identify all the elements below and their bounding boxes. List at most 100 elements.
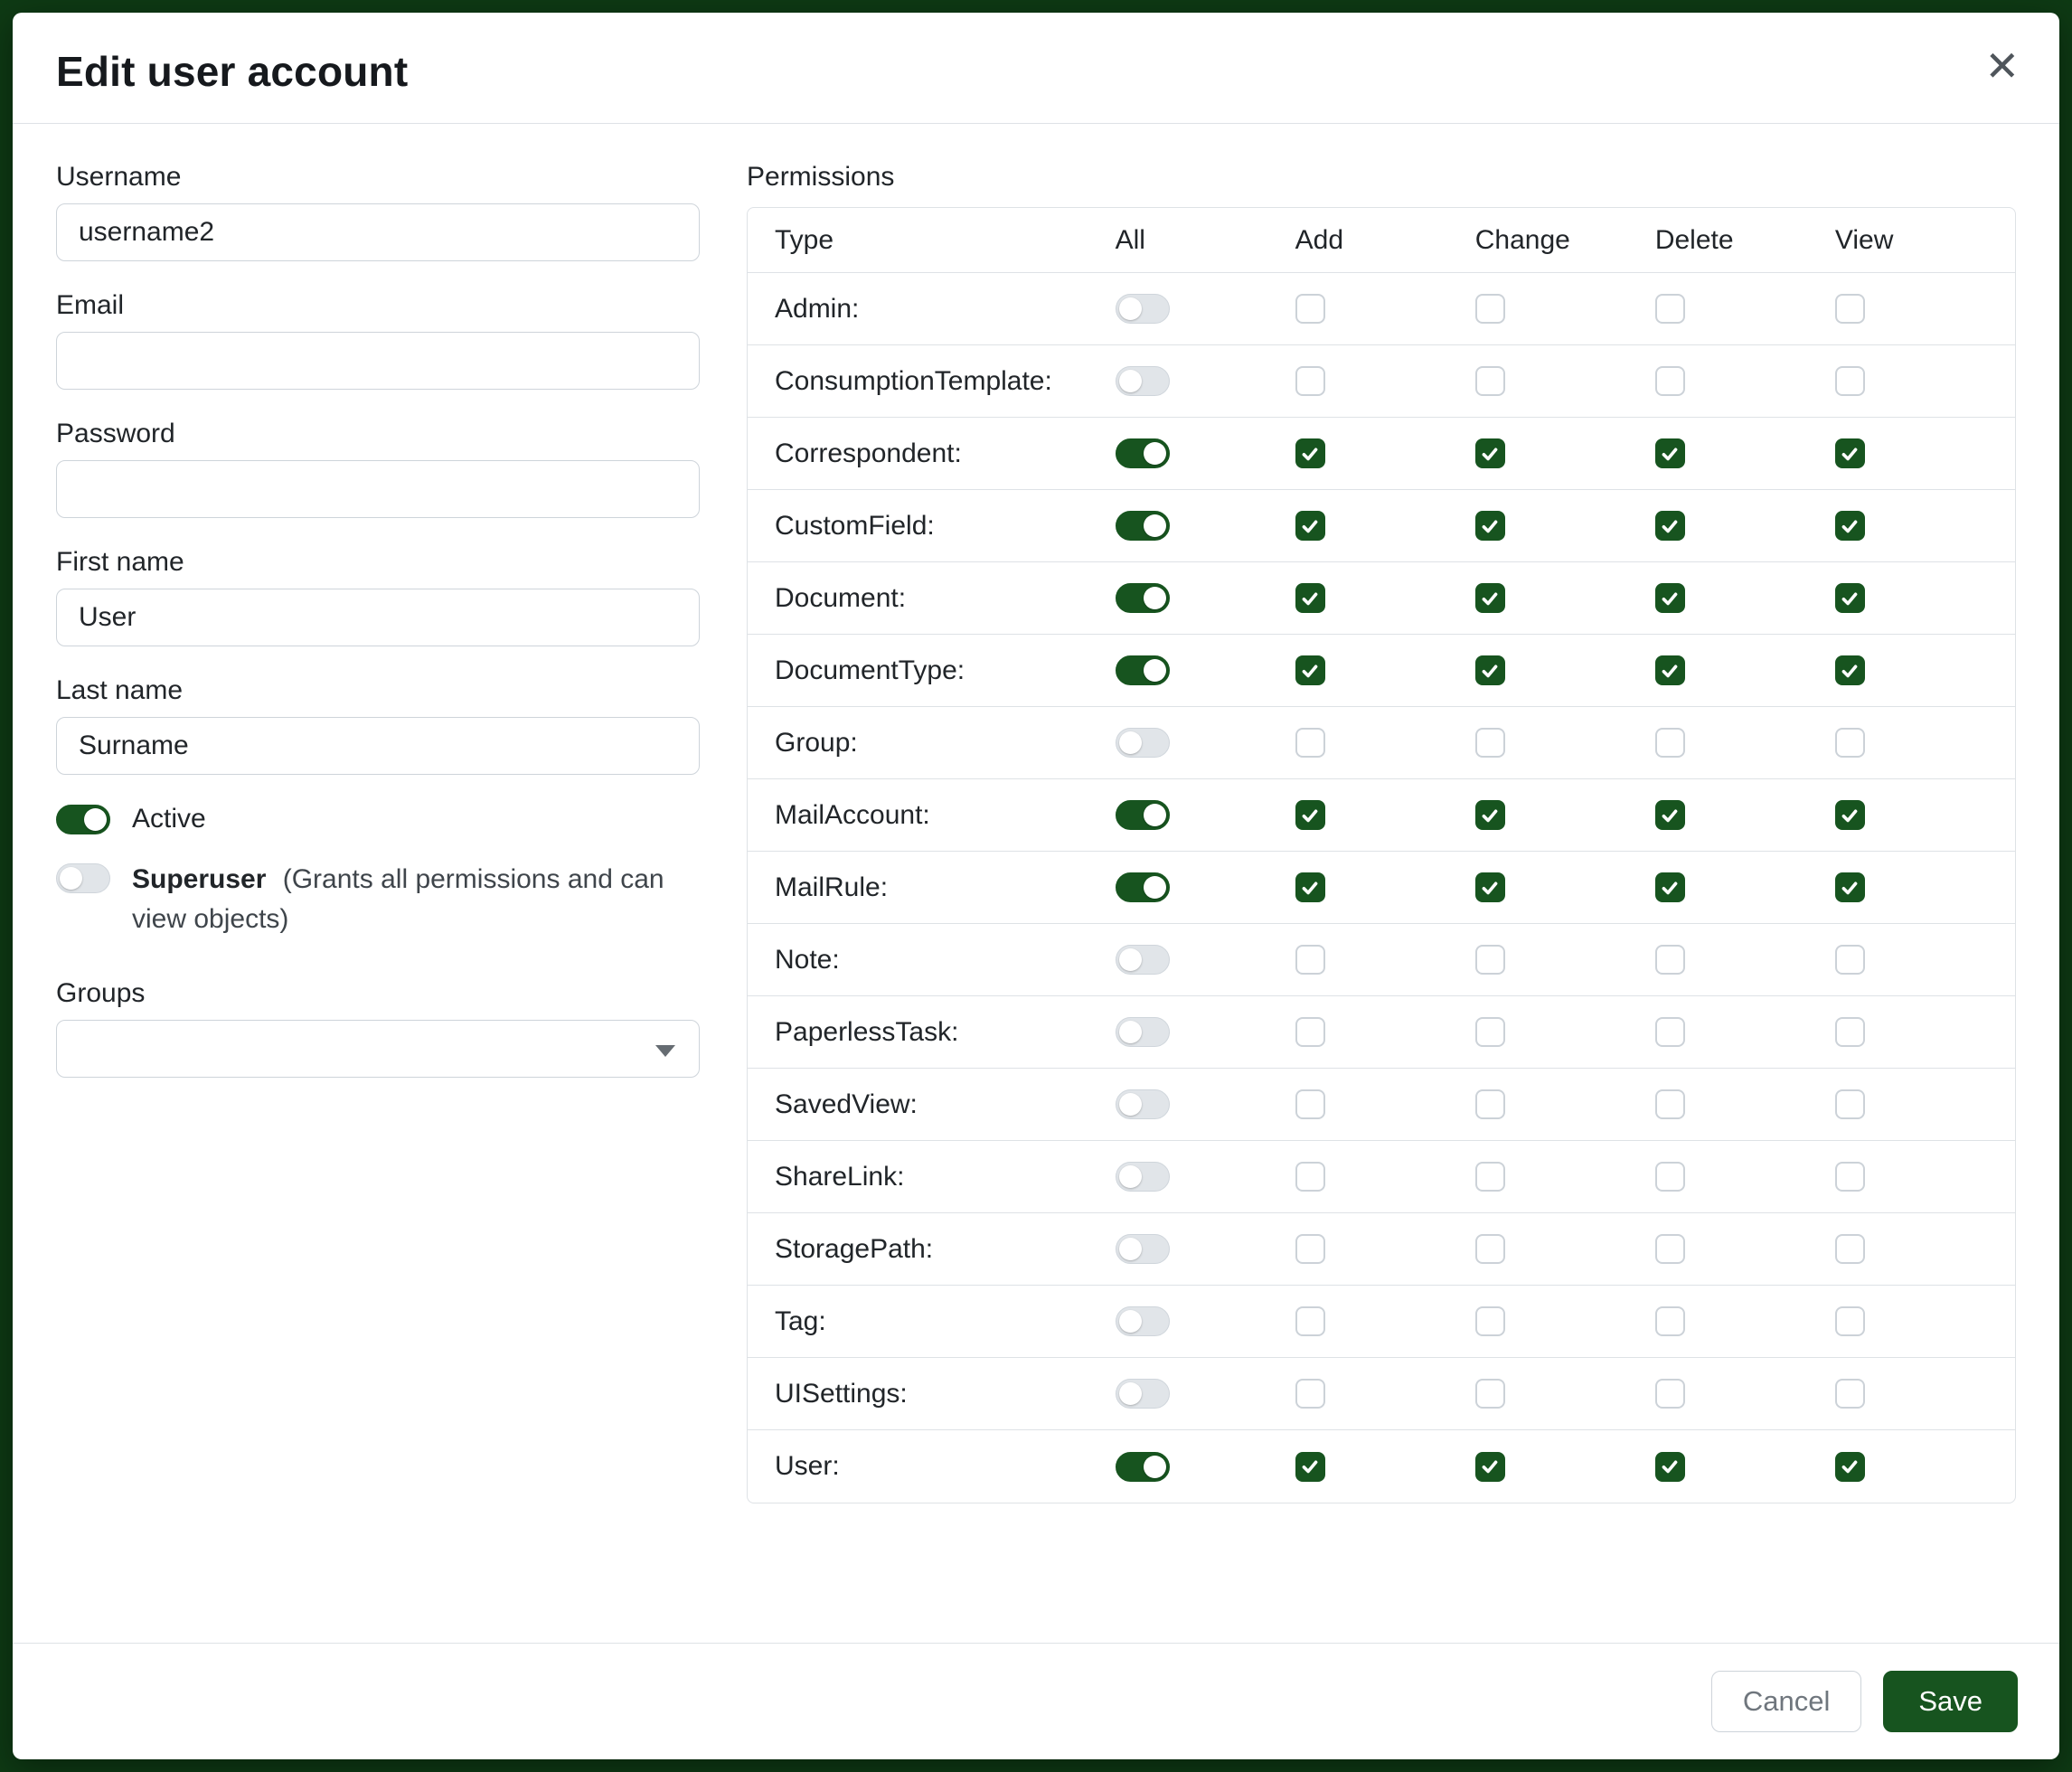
perm-all-toggle[interactable] — [1116, 294, 1170, 324]
superuser-toggle[interactable] — [56, 863, 110, 893]
perm-view-checkbox[interactable] — [1835, 583, 1865, 613]
perm-change-checkbox[interactable] — [1475, 728, 1505, 758]
perm-add-checkbox[interactable] — [1295, 1089, 1325, 1119]
perm-change-checkbox[interactable] — [1475, 655, 1505, 685]
perm-add-checkbox[interactable] — [1295, 366, 1325, 396]
perm-delete-checkbox[interactable] — [1655, 945, 1685, 975]
perm-change-checkbox[interactable] — [1475, 1089, 1505, 1119]
perm-view-checkbox[interactable] — [1835, 1452, 1865, 1482]
perm-add-checkbox[interactable] — [1295, 1234, 1325, 1264]
password-field[interactable] — [56, 460, 700, 518]
perm-add-checkbox[interactable] — [1295, 511, 1325, 541]
perm-view-checkbox[interactable] — [1835, 1306, 1865, 1336]
perm-add-checkbox[interactable] — [1295, 945, 1325, 975]
perm-delete-checkbox[interactable] — [1655, 583, 1685, 613]
perm-delete-checkbox[interactable] — [1655, 438, 1685, 468]
perm-add-checkbox[interactable] — [1295, 1452, 1325, 1482]
close-icon[interactable]: ✕ — [1984, 45, 2020, 87]
perm-change-checkbox[interactable] — [1475, 1306, 1505, 1336]
perm-all-toggle[interactable] — [1116, 1162, 1170, 1192]
perm-add-checkbox[interactable] — [1295, 583, 1325, 613]
perm-delete-checkbox[interactable] — [1655, 366, 1685, 396]
perm-all-toggle[interactable] — [1116, 800, 1170, 830]
perm-delete-checkbox[interactable] — [1655, 294, 1685, 324]
perm-delete-checkbox[interactable] — [1655, 1162, 1685, 1192]
perm-all-toggle[interactable] — [1116, 1306, 1170, 1336]
last-name-field[interactable] — [56, 717, 700, 775]
perm-change-checkbox[interactable] — [1475, 583, 1505, 613]
perm-all-toggle[interactable] — [1116, 438, 1170, 468]
perm-delete-checkbox[interactable] — [1655, 728, 1685, 758]
perm-add-checkbox[interactable] — [1295, 1379, 1325, 1409]
perm-all-toggle[interactable] — [1116, 872, 1170, 902]
perm-all-toggle[interactable] — [1116, 945, 1170, 975]
perm-all-toggle[interactable] — [1116, 1452, 1170, 1482]
perm-delete-checkbox[interactable] — [1655, 1452, 1685, 1482]
perm-add-checkbox[interactable] — [1295, 872, 1325, 902]
perm-view-checkbox[interactable] — [1835, 294, 1865, 324]
perm-delete-checkbox[interactable] — [1655, 1017, 1685, 1047]
perm-change-checkbox[interactable] — [1475, 1162, 1505, 1192]
perm-delete-checkbox[interactable] — [1655, 655, 1685, 685]
perm-all-toggle[interactable] — [1116, 511, 1170, 541]
perm-view-checkbox[interactable] — [1835, 945, 1865, 975]
username-input[interactable] — [56, 203, 700, 261]
perm-view-checkbox[interactable] — [1835, 511, 1865, 541]
perm-all-toggle[interactable] — [1116, 366, 1170, 396]
perm-change-checkbox[interactable] — [1475, 945, 1505, 975]
perm-view-checkbox[interactable] — [1835, 872, 1865, 902]
perm-change-checkbox[interactable] — [1475, 1452, 1505, 1482]
perm-change-checkbox[interactable] — [1475, 294, 1505, 324]
perm-add-checkbox[interactable] — [1295, 728, 1325, 758]
perm-all-toggle[interactable] — [1116, 1089, 1170, 1119]
cancel-button[interactable]: Cancel — [1711, 1671, 1862, 1732]
groups-label: Groups — [56, 978, 700, 1009]
perm-delete-checkbox[interactable] — [1655, 1234, 1685, 1264]
perm-view-checkbox[interactable] — [1835, 1234, 1865, 1264]
perm-change-checkbox[interactable] — [1475, 800, 1505, 830]
perm-change-checkbox[interactable] — [1475, 366, 1505, 396]
perm-change-checkbox[interactable] — [1475, 511, 1505, 541]
perm-view-checkbox[interactable] — [1835, 800, 1865, 830]
perm-add-checkbox[interactable] — [1295, 438, 1325, 468]
perm-add-checkbox[interactable] — [1295, 655, 1325, 685]
perm-add-checkbox[interactable] — [1295, 1017, 1325, 1047]
perm-view-checkbox[interactable] — [1835, 366, 1865, 396]
perm-delete-checkbox[interactable] — [1655, 872, 1685, 902]
perm-add-checkbox[interactable] — [1295, 294, 1325, 324]
perm-add-checkbox[interactable] — [1295, 1162, 1325, 1192]
perm-view-checkbox[interactable] — [1835, 728, 1865, 758]
modal-title: Edit user account — [56, 47, 2016, 96]
perm-change-checkbox[interactable] — [1475, 1234, 1505, 1264]
perm-change-checkbox[interactable] — [1475, 1017, 1505, 1047]
perm-change-checkbox[interactable] — [1475, 872, 1505, 902]
perm-view-checkbox[interactable] — [1835, 438, 1865, 468]
perm-all-toggle[interactable] — [1116, 728, 1170, 758]
perm-all-toggle[interactable] — [1116, 1017, 1170, 1047]
perm-delete-checkbox[interactable] — [1655, 1089, 1685, 1119]
first-name-field[interactable] — [56, 589, 700, 646]
perm-all-toggle[interactable] — [1116, 583, 1170, 613]
perm-all-toggle[interactable] — [1116, 1234, 1170, 1264]
perm-view-checkbox[interactable] — [1835, 655, 1865, 685]
perm-type-label: CustomField: — [748, 511, 1116, 542]
perm-all-toggle[interactable] — [1116, 655, 1170, 685]
perm-view-checkbox[interactable] — [1835, 1162, 1865, 1192]
save-button[interactable]: Save — [1883, 1671, 2018, 1732]
perm-delete-checkbox[interactable] — [1655, 1306, 1685, 1336]
groups-select[interactable] — [56, 1020, 700, 1078]
email-field[interactable] — [56, 332, 700, 390]
perm-view-checkbox[interactable] — [1835, 1017, 1865, 1047]
perm-view-checkbox[interactable] — [1835, 1379, 1865, 1409]
check-icon — [1660, 516, 1680, 536]
perm-all-toggle[interactable] — [1116, 1379, 1170, 1409]
perm-view-checkbox[interactable] — [1835, 1089, 1865, 1119]
perm-delete-checkbox[interactable] — [1655, 1379, 1685, 1409]
perm-delete-checkbox[interactable] — [1655, 511, 1685, 541]
active-toggle[interactable] — [56, 805, 110, 834]
perm-add-checkbox[interactable] — [1295, 1306, 1325, 1336]
perm-change-checkbox[interactable] — [1475, 438, 1505, 468]
perm-add-checkbox[interactable] — [1295, 800, 1325, 830]
perm-delete-checkbox[interactable] — [1655, 800, 1685, 830]
perm-change-checkbox[interactable] — [1475, 1379, 1505, 1409]
